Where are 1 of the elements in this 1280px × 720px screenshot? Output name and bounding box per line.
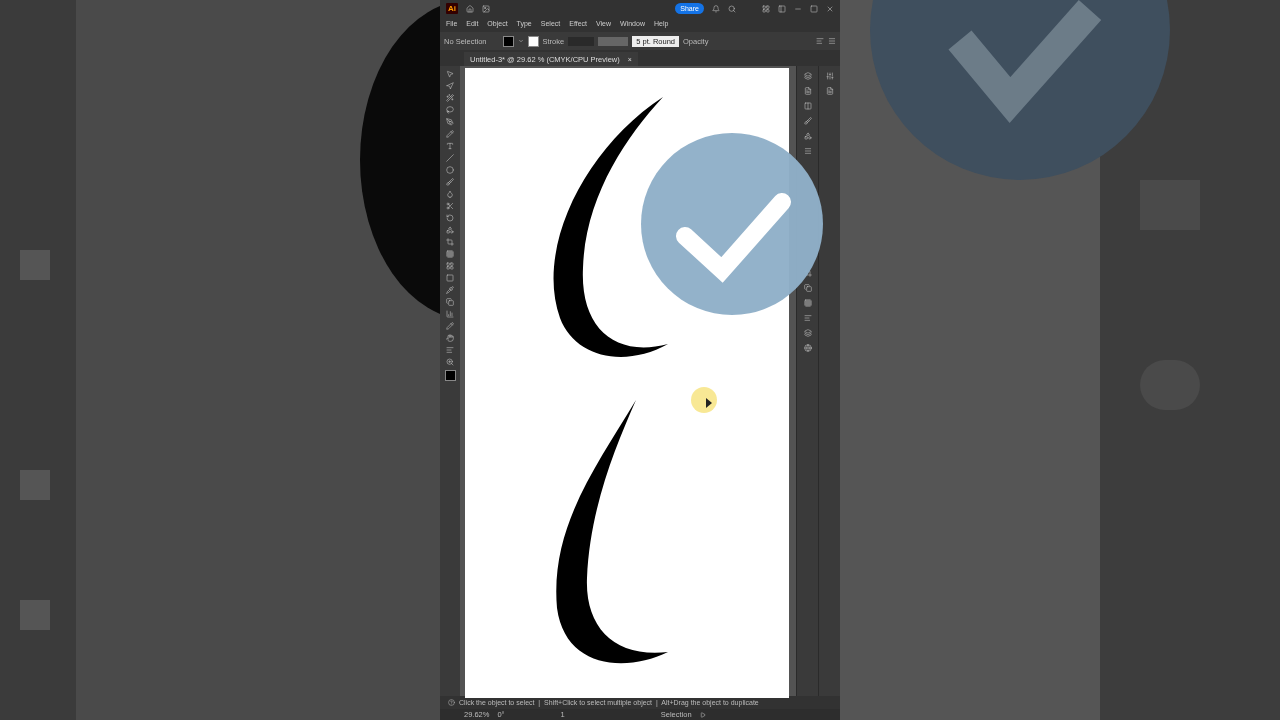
app-logo: Ai bbox=[446, 3, 458, 14]
